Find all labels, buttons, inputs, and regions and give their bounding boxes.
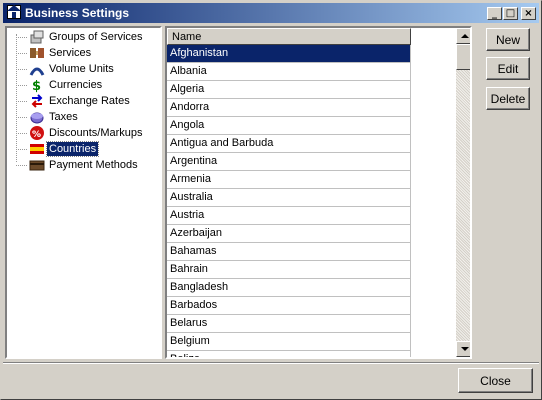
country-name: Bahamas — [170, 245, 217, 257]
countries-list[interactable]: Name Afghanistan Albania Algeria Andorra Ang… — [165, 26, 472, 359]
percent-icon: % — [29, 125, 45, 141]
list-row[interactable]: Barbados — [167, 297, 411, 315]
delete-button[interactable]: Delete — [486, 87, 530, 110]
flag-icon — [29, 141, 45, 157]
list-row[interactable]: Bangladesh — [167, 279, 411, 297]
tree-item-label: Payment Methods — [49, 159, 138, 171]
svg-text:$: $ — [32, 79, 41, 93]
country-name: Algeria — [170, 83, 205, 95]
business-settings-window: Business Settings _ □ × Groups of Servic… — [0, 0, 542, 400]
country-name: Belize — [170, 353, 200, 359]
name-column-label: Name — [172, 31, 202, 43]
separator — [3, 362, 539, 364]
new-button[interactable]: New — [486, 28, 530, 51]
maximize-button[interactable]: □ — [503, 7, 518, 20]
settings-tree[interactable]: Groups of Services Services Volume Units $ C… — [5, 26, 162, 359]
title-bar[interactable]: Business Settings _ □ × — [3, 3, 539, 23]
list-row[interactable]: Belize — [167, 351, 411, 359]
list-row[interactable]: Armenia — [167, 171, 411, 189]
list-row[interactable]: Austria — [167, 207, 411, 225]
minimize-button[interactable]: _ — [487, 7, 502, 20]
country-name: Barbados — [170, 299, 218, 311]
list-row[interactable]: Albania — [167, 63, 411, 81]
edit-button-label: Edit — [497, 62, 519, 76]
groups-icon — [29, 29, 45, 45]
vertical-scrollbar[interactable] — [456, 28, 470, 357]
name-column-header[interactable]: Name — [167, 28, 411, 45]
list-row[interactable]: Bahrain — [167, 261, 411, 279]
country-name: Angola — [170, 119, 205, 131]
list-row[interactable]: Belgium — [167, 333, 411, 351]
volume-units-icon — [29, 61, 45, 77]
delete-button-label: Delete — [490, 92, 526, 106]
exchange-arrows-icon — [29, 93, 45, 109]
close-button-label: Close — [480, 374, 511, 388]
country-name: Belarus — [170, 317, 208, 329]
list-row[interactable]: Afghanistan — [167, 45, 411, 63]
tree-item-label: Discounts/Markups — [49, 127, 143, 139]
country-name: Belgium — [170, 335, 210, 347]
country-name: Andorra — [170, 101, 210, 113]
tree-item-label: Services — [49, 47, 92, 59]
currency-dollar-icon: $ — [29, 77, 45, 94]
country-name: Bangladesh — [170, 281, 229, 293]
list-row[interactable]: Angola — [167, 117, 411, 135]
scroll-down-button[interactable] — [456, 341, 470, 357]
close-window-button[interactable]: × — [521, 7, 536, 20]
list-row[interactable]: Belarus — [167, 315, 411, 333]
list-row[interactable]: Algeria — [167, 81, 411, 99]
country-name: Afghanistan — [170, 47, 229, 59]
list-row[interactable]: Antigua and Barbuda — [167, 135, 411, 153]
country-name: Austria — [170, 209, 205, 221]
list-row[interactable]: Australia — [167, 189, 411, 207]
tree-item-label: Groups of Services — [49, 31, 143, 43]
list-row[interactable]: Andorra — [167, 99, 411, 117]
close-button[interactable]: Close — [458, 368, 533, 393]
list-row[interactable]: Azerbaijan — [167, 225, 411, 243]
country-name: Antigua and Barbuda — [170, 137, 274, 149]
window-title: Business Settings — [25, 6, 130, 20]
tree-item-label: Countries — [45, 141, 100, 157]
payment-icon — [29, 157, 45, 173]
scroll-up-button[interactable] — [456, 28, 470, 44]
country-name: Albania — [170, 65, 207, 77]
tree-item-label: Volume Units — [49, 63, 114, 75]
list-row[interactable]: Argentina — [167, 153, 411, 171]
country-name: Argentina — [170, 155, 218, 167]
tree-item-label: Exchange Rates — [49, 95, 130, 107]
taxes-icon — [29, 109, 45, 125]
list-rows: Afghanistan Albania Algeria Andorra Angola An… — [167, 45, 411, 359]
tree-item-label: Currencies — [49, 79, 103, 91]
tree-item-label: Taxes — [49, 111, 78, 123]
country-name: Azerbaijan — [170, 227, 222, 239]
new-button-label: New — [495, 33, 520, 47]
country-name: Armenia — [170, 173, 211, 185]
list-row[interactable]: Bahamas — [167, 243, 411, 261]
svg-text:%: % — [32, 130, 41, 140]
services-icon — [29, 45, 45, 61]
scroll-thumb[interactable] — [456, 44, 470, 70]
edit-button[interactable]: Edit — [486, 57, 530, 80]
country-name: Australia — [170, 191, 213, 203]
house-icon — [7, 5, 21, 19]
country-name: Bahrain — [170, 263, 208, 275]
